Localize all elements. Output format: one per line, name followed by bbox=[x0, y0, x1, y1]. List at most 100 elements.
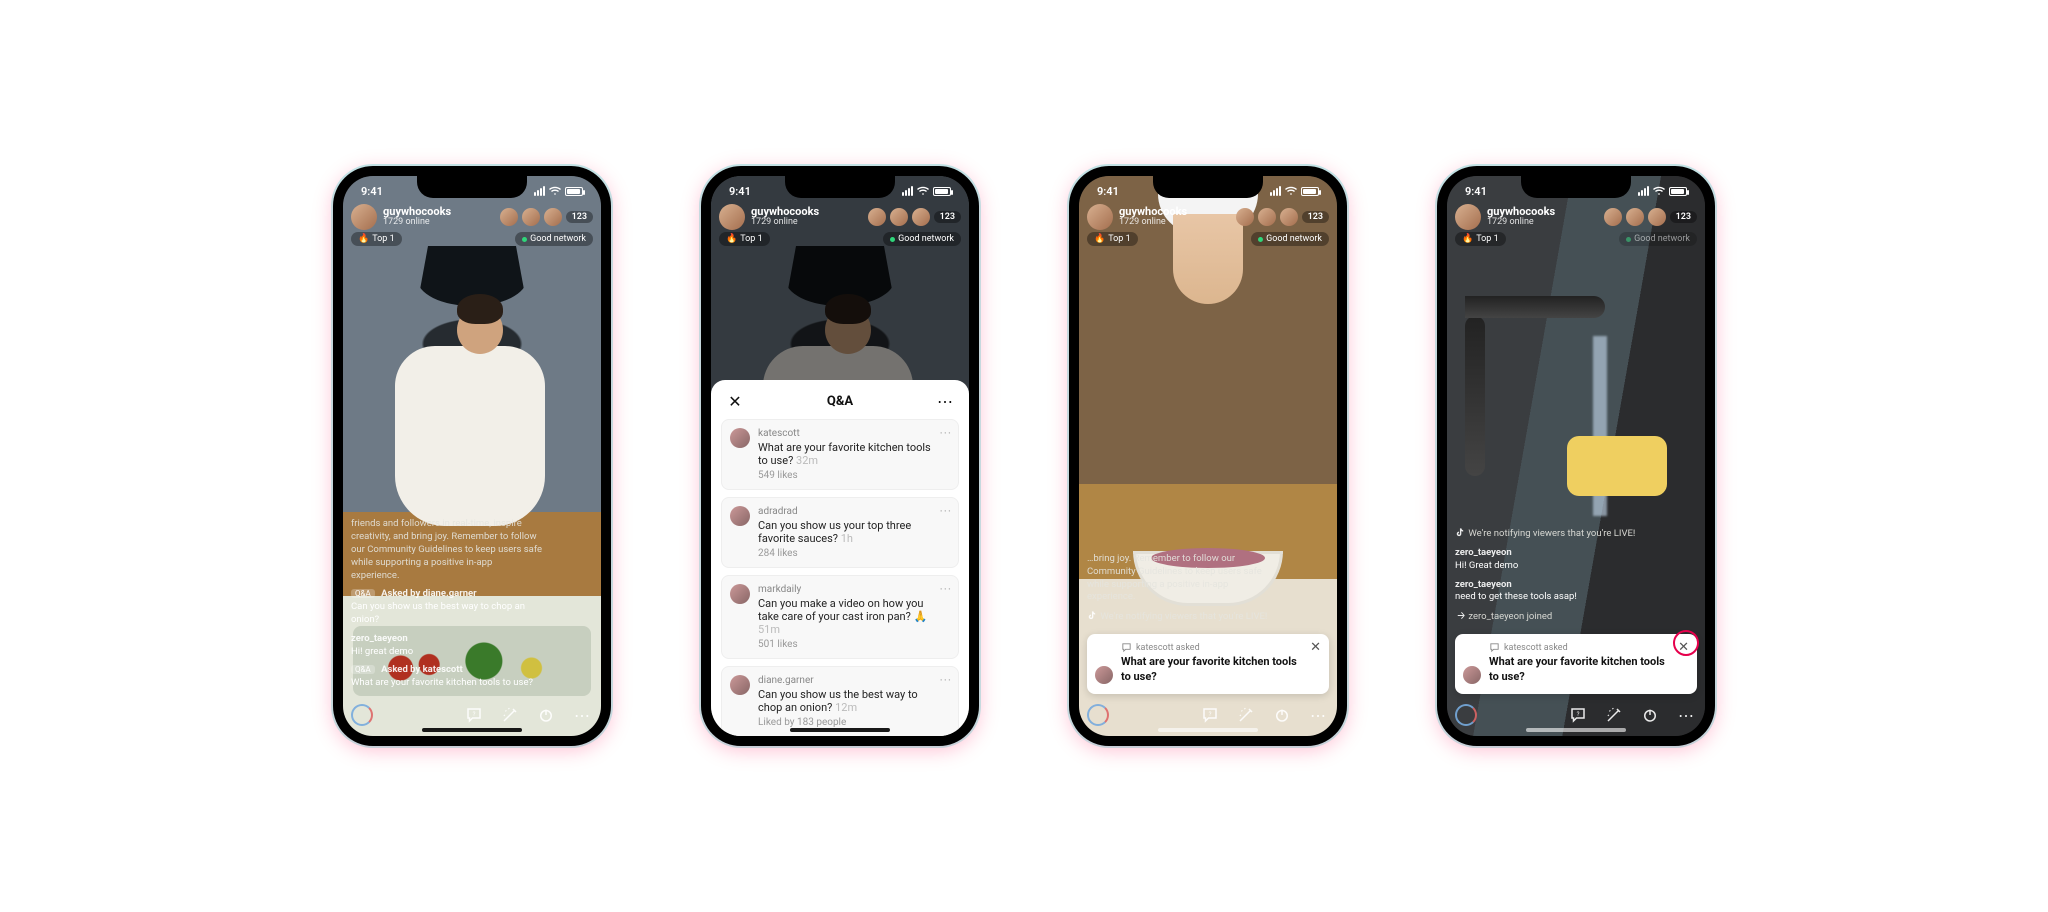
asker-username: katescott bbox=[758, 428, 932, 439]
chat-message[interactable]: zero_taeyeonHi! Great demo bbox=[1455, 547, 1647, 573]
effects-button[interactable] bbox=[1235, 704, 1257, 726]
fire-icon: 🔥 bbox=[1462, 234, 1473, 244]
fire-icon: 🔥 bbox=[358, 234, 369, 244]
chat-qa-item[interactable]: Q&A Asked by katescott What are your fav… bbox=[351, 664, 543, 690]
flip-camera-icon bbox=[1455, 704, 1477, 726]
status-time: 9:41 bbox=[1097, 185, 1119, 198]
effects-button[interactable] bbox=[499, 704, 521, 726]
network-badge: Good network bbox=[883, 232, 961, 246]
pinned-header: katescott asked bbox=[1121, 642, 1301, 653]
power-icon bbox=[1273, 706, 1291, 724]
network-badge: Good network bbox=[1251, 232, 1329, 246]
pinned-question-card[interactable]: ✕ katescott asked What are your favorite… bbox=[1087, 634, 1329, 694]
question-text: Can you show us your top three favorite … bbox=[758, 519, 911, 545]
join-notice: zero_taeyeon joined bbox=[1455, 610, 1647, 624]
guidelines-message: friends and followers in real-time, insp… bbox=[351, 518, 543, 582]
creator-online-count: 1729 online bbox=[1119, 217, 1187, 228]
live-toolbar: ? ⋯ bbox=[1455, 704, 1697, 726]
viewer-count: 123 bbox=[1670, 211, 1697, 223]
viewer-avatar bbox=[1236, 208, 1254, 226]
qa-button[interactable]: ? bbox=[1199, 704, 1221, 726]
more-icon: ⋯ bbox=[574, 706, 590, 725]
pinned-header: katescott asked bbox=[1489, 642, 1669, 653]
flip-camera-icon bbox=[1087, 704, 1109, 726]
phone-pinned-dismiss: 9:41 guywhocooks 1729 online bbox=[1437, 166, 1715, 746]
dismiss-pinned-button[interactable]: ✕ bbox=[1678, 640, 1689, 655]
live-notice: We're notifying viewers that you're LIVE… bbox=[1087, 610, 1279, 624]
qa-button[interactable]: ? bbox=[463, 704, 485, 726]
live-chat-feed[interactable]: …bring joy. Remember to follow our Commu… bbox=[1087, 553, 1279, 624]
dismiss-pinned-button[interactable]: ✕ bbox=[1310, 640, 1321, 655]
live-badges: 🔥 Top 1 Good network bbox=[351, 232, 593, 246]
more-options-button[interactable]: ⋯ bbox=[1307, 704, 1329, 726]
pinned-question-card[interactable]: ✕ katescott asked What are your favorite… bbox=[1455, 634, 1697, 694]
asker-username: markdaily bbox=[758, 584, 932, 595]
question-text: What are your favorite kitchen tools to … bbox=[758, 441, 931, 467]
battery-icon bbox=[933, 187, 951, 196]
flip-camera-button[interactable] bbox=[1087, 704, 1109, 726]
ranking-badge[interactable]: 🔥Top 1 bbox=[1455, 232, 1506, 246]
phone-qa-sheet: 9:41 guywhocooks 1729 online bbox=[701, 166, 979, 746]
svg-text:?: ? bbox=[473, 711, 476, 718]
creator-name: guywhocooks bbox=[1119, 206, 1187, 217]
more-options-button[interactable]: ⋯ bbox=[571, 704, 593, 726]
chat-qa-item[interactable]: Q&A Asked by diane.garner Can you show u… bbox=[351, 588, 543, 626]
question-more-button[interactable]: ··· bbox=[940, 426, 952, 440]
phone-pinned-question: 9:41 guywhocooks 1729 online bbox=[1069, 166, 1347, 746]
question-more-button[interactable]: ··· bbox=[940, 504, 952, 518]
viewer-avatars[interactable]: 123 bbox=[1236, 208, 1329, 226]
end-live-button[interactable] bbox=[1639, 704, 1661, 726]
status-indicators bbox=[902, 186, 951, 196]
ranking-badge[interactable]: 🔥Top 1 bbox=[1087, 232, 1138, 246]
qa-button[interactable]: ? bbox=[1567, 704, 1589, 726]
creator-avatar bbox=[1455, 204, 1481, 230]
asker-avatar bbox=[1095, 666, 1113, 684]
end-live-button[interactable] bbox=[535, 704, 557, 726]
qa-question-card[interactable]: ··· diane.garner Can you show us the bes… bbox=[721, 666, 959, 736]
bg-faucet bbox=[1465, 316, 1485, 476]
effects-icon bbox=[1237, 706, 1255, 724]
creator-chip[interactable]: guywhocooks 1729 online bbox=[719, 204, 819, 230]
viewer-avatars[interactable]: 123 bbox=[500, 208, 593, 226]
more-icon: ⋯ bbox=[937, 392, 953, 411]
flip-camera-button[interactable] bbox=[1455, 704, 1477, 726]
network-dot-icon bbox=[1258, 237, 1263, 242]
chat-message[interactable]: zero_taeyeonneed to get these tools asap… bbox=[1455, 579, 1647, 605]
qa-close-button[interactable]: ✕ bbox=[725, 392, 745, 411]
status-time: 9:41 bbox=[361, 185, 383, 198]
qa-sheet-header: ✕ Q&A ⋯ bbox=[721, 390, 959, 419]
network-dot-icon bbox=[1626, 237, 1631, 242]
qa-question-card[interactable]: ··· adradrad Can you show us your top th… bbox=[721, 497, 959, 568]
flip-camera-button[interactable] bbox=[351, 704, 373, 726]
viewer-avatars[interactable]: 123 bbox=[868, 208, 961, 226]
creator-chip[interactable]: guywhocooks 1729 online bbox=[1455, 204, 1555, 230]
viewer-avatar bbox=[912, 208, 930, 226]
live-badges: 🔥Top 1 Good network bbox=[1087, 232, 1329, 246]
viewer-avatars[interactable]: 123 bbox=[1604, 208, 1697, 226]
svg-text:?: ? bbox=[1209, 711, 1212, 718]
ranking-badge[interactable]: 🔥Top 1 bbox=[719, 232, 770, 246]
notch bbox=[417, 176, 527, 198]
effects-button[interactable] bbox=[1603, 704, 1625, 726]
more-icon: ⋯ bbox=[1310, 706, 1326, 725]
question-more-button[interactable]: ··· bbox=[940, 582, 952, 596]
qa-question-card[interactable]: ··· markdaily Can you make a video on ho… bbox=[721, 575, 959, 659]
creator-chip[interactable]: guywhocooks 1729 online bbox=[351, 204, 451, 230]
question-more-button[interactable]: ··· bbox=[940, 673, 952, 687]
close-icon: ✕ bbox=[728, 392, 741, 411]
question-likes: Liked by 183 people bbox=[758, 717, 932, 728]
qa-question-card[interactable]: ··· katescott What are your favorite kit… bbox=[721, 419, 959, 490]
wifi-icon bbox=[1653, 186, 1665, 196]
creator-chip[interactable]: guywhocooks 1729 online bbox=[1087, 204, 1187, 230]
effects-icon bbox=[501, 706, 519, 724]
question-likes: 284 likes bbox=[758, 548, 932, 559]
battery-icon bbox=[1301, 187, 1319, 196]
ranking-badge[interactable]: 🔥 Top 1 bbox=[351, 232, 402, 246]
qa-more-button[interactable]: ⋯ bbox=[935, 392, 955, 411]
live-chat-feed[interactable]: friends and followers in real-time, insp… bbox=[351, 518, 543, 690]
live-chat-feed[interactable]: We're notifying viewers that you're LIVE… bbox=[1455, 527, 1647, 624]
viewer-count: 123 bbox=[1302, 211, 1329, 223]
chat-message[interactable]: zero_taeyeon Hi! great demo bbox=[351, 633, 543, 659]
end-live-button[interactable] bbox=[1271, 704, 1293, 726]
more-options-button[interactable]: ⋯ bbox=[1675, 704, 1697, 726]
